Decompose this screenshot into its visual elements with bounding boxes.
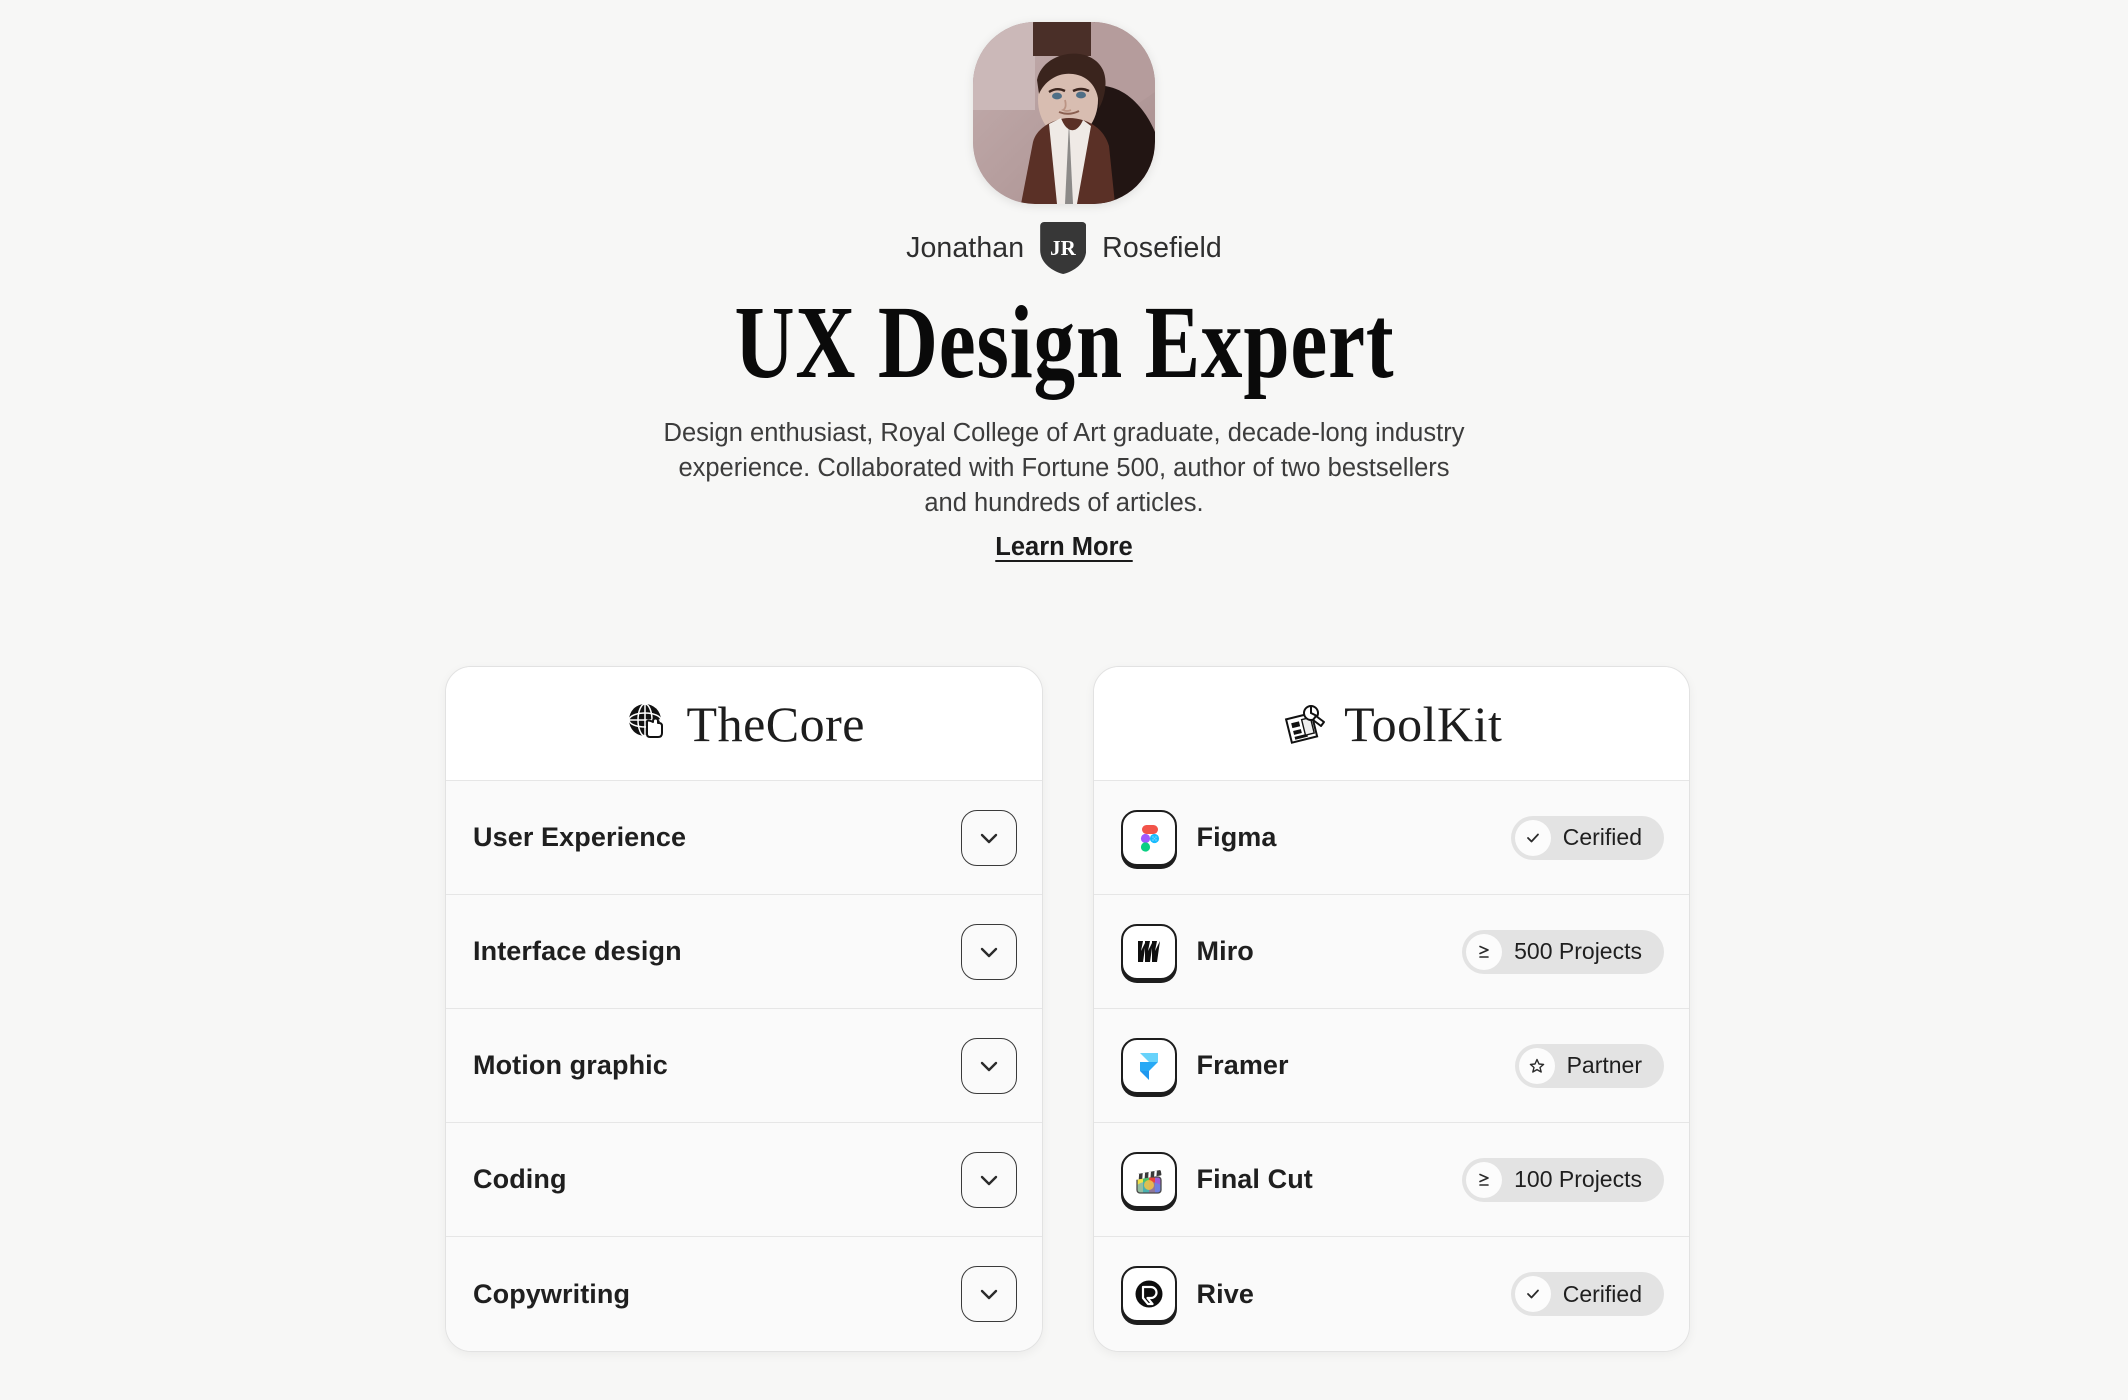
- miro-icon: [1120, 923, 1177, 980]
- list-item[interactable]: Figma Cerified: [1093, 781, 1689, 895]
- monogram-badge: JR: [1040, 222, 1086, 274]
- tool-name: Rive: [1196, 1278, 1254, 1309]
- tool-name: Figma: [1196, 822, 1277, 852]
- chevron-down-icon[interactable]: [960, 809, 1017, 866]
- list-item[interactable]: Copywriting: [446, 1237, 1042, 1351]
- list-item[interactable]: Interface design: [446, 895, 1042, 1009]
- greater-equal-icon: [1466, 1161, 1503, 1198]
- core-item-label: Copywriting: [473, 1278, 631, 1309]
- badge-label: 100 Projects: [1514, 1166, 1642, 1192]
- globe-pointer-icon: [623, 699, 673, 749]
- first-name: Jonathan: [906, 231, 1025, 264]
- toolkit-card-title: ToolKit: [1344, 695, 1503, 752]
- core-item-label: Interface design: [473, 936, 682, 966]
- status-badge: Cerified: [1510, 815, 1664, 860]
- check-icon: [1514, 819, 1551, 856]
- core-card-title: TheCore: [686, 695, 865, 752]
- avatar: [973, 22, 1155, 204]
- core-item-label: Motion graphic: [473, 1050, 668, 1080]
- page-title: UX Design Expert: [734, 285, 1394, 400]
- core-item-label: Coding: [473, 1164, 567, 1194]
- svg-text:JR: JR: [1050, 236, 1077, 260]
- learn-more-link[interactable]: Learn More: [995, 533, 1132, 562]
- rive-icon: [1120, 1266, 1177, 1322]
- status-badge: Partner: [1514, 1043, 1664, 1088]
- status-badge: 100 Projects: [1462, 1157, 1664, 1202]
- badge-label: 500 Projects: [1514, 938, 1642, 964]
- last-name: Rosefield: [1102, 231, 1222, 264]
- toolkit-card: ToolKit Figma Cerified Miro 500 Projects…: [1092, 666, 1690, 1352]
- chevron-down-icon[interactable]: [960, 923, 1017, 980]
- figma-icon: [1120, 809, 1177, 866]
- list-item[interactable]: User Experience: [446, 781, 1042, 895]
- list-item[interactable]: Framer Partner: [1093, 1009, 1689, 1123]
- core-card-header: TheCore: [446, 667, 1042, 781]
- profile-page: Jonathan JR Rosefield UX Design Expert D…: [0, 0, 2128, 1400]
- list-item[interactable]: Motion graphic: [446, 1009, 1042, 1123]
- drafting-board-icon: [1280, 699, 1330, 749]
- hero-description: Design enthusiast, Royal College of Art …: [663, 419, 1465, 518]
- greater-equal-icon: [1466, 933, 1503, 970]
- status-badge: Cerified: [1510, 1272, 1664, 1316]
- core-item-label: User Experience: [473, 822, 687, 852]
- badge-label: Cerified: [1562, 824, 1642, 850]
- list-item[interactable]: Miro 500 Projects: [1093, 895, 1689, 1009]
- name-row: Jonathan JR Rosefield: [906, 222, 1222, 274]
- list-item[interactable]: Final Cut 100 Projects: [1093, 1123, 1689, 1237]
- chevron-down-icon[interactable]: [960, 1151, 1017, 1208]
- badge-label: Cerified: [1562, 1280, 1642, 1307]
- chevron-down-icon[interactable]: [960, 1037, 1017, 1094]
- toolkit-card-header: ToolKit: [1093, 667, 1689, 781]
- tool-name: Framer: [1196, 1050, 1289, 1080]
- status-badge: 500 Projects: [1462, 929, 1664, 974]
- tool-name: Miro: [1196, 936, 1254, 966]
- core-card: TheCore User Experience Interface design…: [445, 666, 1043, 1352]
- chevron-down-icon[interactable]: [960, 1266, 1017, 1322]
- tool-name: Final Cut: [1196, 1164, 1313, 1194]
- star-icon: [1518, 1047, 1555, 1084]
- badge-label: Partner: [1566, 1052, 1642, 1078]
- check-icon: [1514, 1276, 1551, 1312]
- portrait-photo: [973, 22, 1155, 204]
- final-cut-icon: [1120, 1151, 1177, 1208]
- cards-container: TheCore User Experience Interface design…: [445, 666, 1690, 1352]
- list-item[interactable]: Rive Cerified: [1093, 1237, 1689, 1351]
- framer-icon: [1120, 1037, 1177, 1094]
- list-item[interactable]: Coding: [446, 1123, 1042, 1237]
- jr-monogram-icon: JR: [1048, 233, 1078, 263]
- hero-section: Jonathan JR Rosefield UX Design Expert D…: [0, 0, 2128, 562]
